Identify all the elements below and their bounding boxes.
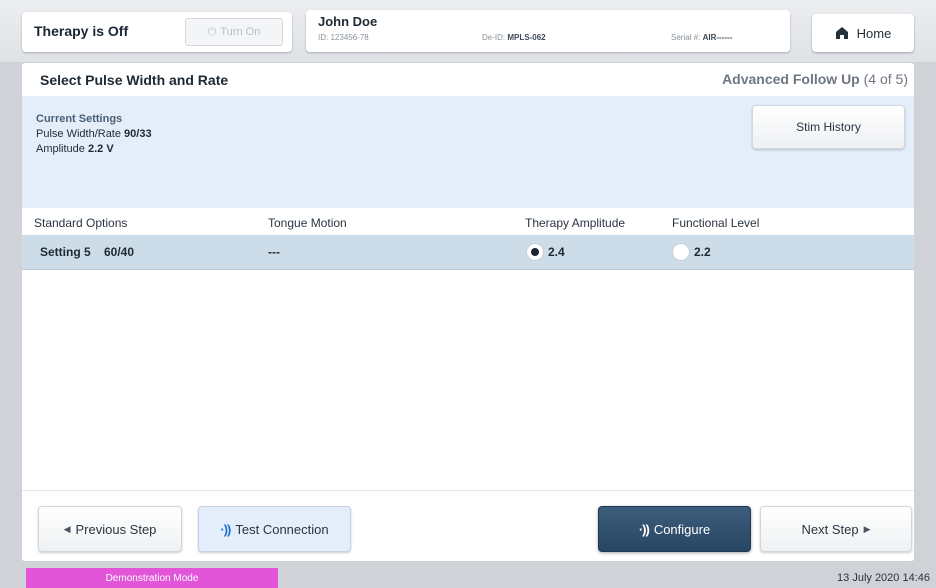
home-button[interactable]: Home xyxy=(812,14,914,52)
amplitude-row: Amplitude 2.2 V xyxy=(36,143,114,155)
functional-level-radio[interactable] xyxy=(672,243,690,261)
therapy-amplitude-radio[interactable] xyxy=(526,243,544,261)
patient-serial: Serial #: AIR------ xyxy=(671,33,733,42)
step-indicator: Advanced Follow Up (4 of 5) xyxy=(722,71,908,87)
triangle-right-icon: ▶ xyxy=(863,523,871,534)
power-icon: ⏻ xyxy=(207,25,217,38)
home-icon xyxy=(835,27,848,39)
current-settings-area: Current Settings Pulse Width/Rate 90/33 … xyxy=(22,96,914,208)
turn-on-button[interactable]: ⏻ Turn On xyxy=(185,18,283,46)
test-connection-button[interactable]: ·)) Test Connection xyxy=(198,506,351,552)
therapy-status-box: Therapy is Off ⏻ Turn On xyxy=(22,12,292,52)
functional-level-value: 2.2 xyxy=(694,245,711,259)
therapy-amplitude-value: 2.4 xyxy=(548,245,565,259)
patient-deid: De-ID: MPLS-062 xyxy=(482,33,546,42)
patient-name: John Doe xyxy=(318,14,378,29)
header-therapy-amplitude: Therapy Amplitude xyxy=(525,216,626,230)
test-connection-label: Test Connection xyxy=(235,521,329,537)
option-name: Setting 5 xyxy=(40,245,91,259)
next-step-label: Next Step xyxy=(801,521,859,537)
therapy-status: Therapy is Off xyxy=(34,23,129,39)
previous-step-button[interactable]: ◀ Previous Step xyxy=(38,506,182,552)
divider xyxy=(22,490,914,491)
next-step-button[interactable]: Next Step ▶ xyxy=(760,506,912,552)
configure-button[interactable]: ·)) Configure xyxy=(598,506,751,552)
previous-step-label: Previous Step xyxy=(75,521,157,537)
patient-id: ID: 123456-78 xyxy=(318,33,369,42)
table-row[interactable]: Setting 5 60/40 --- 2.4 2.2 xyxy=(22,235,914,270)
pulse-width-rate-row: Pulse Width/Rate 90/33 xyxy=(36,128,152,140)
page-title: Select Pulse Width and Rate xyxy=(40,72,229,88)
configure-label: Configure xyxy=(653,521,711,537)
header-functional-level: Functional Level xyxy=(672,216,760,230)
signal-wave-icon: ·)) xyxy=(220,521,231,537)
header-standard-options: Standard Options xyxy=(34,216,128,230)
home-label: Home xyxy=(856,25,892,41)
triangle-left-icon: ◀ xyxy=(63,523,71,534)
demo-mode-badge: Demonstration Mode xyxy=(26,568,278,588)
stim-history-button[interactable]: Stim History xyxy=(752,105,905,149)
patient-info-box: John Doe ID: 123456-78 De-ID: MPLS-062 S… xyxy=(306,10,790,52)
main-panel: Select Pulse Width and Rate Advanced Fol… xyxy=(22,63,914,561)
top-bar: Therapy is Off ⏻ Turn On John Doe ID: 12… xyxy=(0,0,936,62)
option-pulse-width: 60/40 xyxy=(104,245,135,259)
datetime: 13 July 2020 14:46 xyxy=(837,572,930,584)
table-header: Standard Options Tongue Motion Therapy A… xyxy=(22,208,914,235)
turn-on-label: Turn On xyxy=(220,26,261,38)
signal-wave-icon: ·)) xyxy=(638,521,650,537)
header-tongue-motion: Tongue Motion xyxy=(268,216,347,230)
tongue-motion-value: --- xyxy=(268,245,280,259)
current-settings-title: Current Settings xyxy=(36,113,123,125)
